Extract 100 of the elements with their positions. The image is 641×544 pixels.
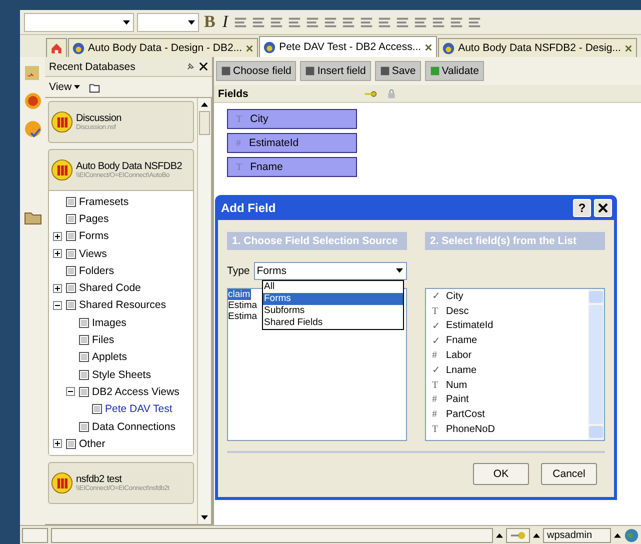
database-icon: [51, 159, 73, 181]
dropdown-option[interactable]: All: [263, 281, 403, 293]
expander-icon[interactable]: [66, 387, 75, 396]
dialog-button[interactable]: OK: [473, 463, 529, 485]
tree-item[interactable]: Other: [79, 438, 106, 450]
field-block[interactable]: T City: [227, 109, 357, 129]
type-dropdown[interactable]: Forms: [254, 262, 407, 280]
caret-icon: [188, 20, 195, 24]
down-arrow-icon[interactable]: [201, 515, 208, 520]
home-icon: [50, 42, 63, 54]
tree-item[interactable]: Framesets: [79, 196, 129, 208]
page-icon: [65, 438, 77, 450]
square-icon: [305, 66, 316, 76]
tree-item[interactable]: Pages: [79, 212, 109, 225]
globe-icon[interactable]: [624, 528, 639, 542]
tab[interactable]: Pete DAV Test - DB2 Access...: [259, 36, 438, 57]
expander-icon[interactable]: [53, 300, 62, 310]
tree-item[interactable]: Data Connections: [92, 420, 176, 432]
list-item[interactable]: claim: [228, 289, 252, 300]
tree-item[interactable]: Applets: [92, 351, 128, 364]
tree-item[interactable]: Folders: [79, 264, 114, 277]
tree-item[interactable]: Shared Resources: [79, 299, 166, 312]
up-arrow-icon[interactable]: [496, 532, 503, 538]
status-cell[interactable]: [506, 528, 530, 542]
database-icon: [263, 40, 276, 54]
key-icon: [510, 530, 526, 540]
database-card[interactable]: [48, 149, 194, 456]
field-block[interactable]: # EstimateId: [227, 133, 357, 153]
expander-icon[interactable]: [53, 249, 62, 258]
dropdown-option[interactable]: Shared Fields: [263, 317, 403, 329]
up-arrow-icon[interactable]: [201, 102, 208, 107]
tree-item[interactable]: Views: [79, 248, 107, 260]
database-icon: [72, 42, 85, 54]
section-header: 1. Choose Field Selection Source: [227, 232, 407, 250]
field-item[interactable]: ✓ Lname: [432, 362, 588, 378]
tab[interactable]: Auto Body Data - Design - DB2...: [68, 38, 258, 57]
database-icon: [442, 42, 456, 54]
up-arrow-icon[interactable]: [533, 532, 540, 538]
key-icon: [364, 88, 377, 98]
database-icon: [51, 111, 73, 133]
square-icon: [430, 66, 440, 76]
field-item[interactable]: # Labor: [432, 348, 588, 363]
home-tab[interactable]: [46, 38, 67, 57]
font-dropdown[interactable]: [24, 12, 134, 32]
dropdown-option[interactable]: Subforms: [263, 305, 403, 317]
field-item[interactable]: # PartCost: [432, 407, 588, 422]
pin-icon[interactable]: [186, 62, 195, 71]
scrollbar[interactable]: [588, 289, 604, 440]
close-icon: [598, 202, 608, 212]
field-item[interactable]: ✓ City: [432, 289, 588, 304]
page-icon: [78, 368, 90, 381]
toolbar-button[interactable]: Save: [374, 61, 421, 81]
format-button[interactable]: I: [220, 12, 230, 32]
page-icon: [65, 248, 77, 260]
field-item[interactable]: ✓ Fname: [432, 333, 588, 348]
tab[interactable]: Auto Body Data NSFDB2 - Desig...: [438, 38, 637, 57]
page-icon: [91, 403, 103, 416]
lock-icon: [385, 88, 398, 98]
field-item[interactable]: T Num: [432, 378, 588, 393]
toolbar-button[interactable]: Insert field: [300, 61, 371, 81]
tree-item[interactable]: Files: [92, 334, 114, 346]
scroll-thumb[interactable]: [199, 111, 210, 135]
expander-icon[interactable]: [53, 439, 62, 448]
format-button[interactable]: B: [202, 12, 218, 32]
up-arrow-icon[interactable]: [614, 532, 621, 538]
circle-logo-icon[interactable]: [22, 91, 42, 111]
expander-icon[interactable]: [53, 232, 62, 241]
user-field[interactable]: wpsadmin: [543, 528, 611, 542]
page-icon: [65, 212, 77, 225]
size-dropdown[interactable]: [137, 12, 199, 32]
expander-icon[interactable]: [53, 284, 62, 293]
tree-item[interactable]: Shared Code: [79, 282, 141, 294]
field-item[interactable]: T Desc: [432, 304, 588, 319]
database-name: Discussion: [76, 113, 122, 124]
tree-item[interactable]: Pete DAV Test: [105, 403, 172, 416]
tree-item[interactable]: Images: [92, 316, 126, 329]
view-menu[interactable]: View: [49, 81, 80, 93]
panel-title: Recent Databases: [49, 60, 136, 72]
field-item[interactable]: T PhoneNoD: [432, 422, 588, 437]
list-item[interactable]: Estima: [228, 300, 258, 311]
page-icon: [78, 316, 90, 329]
page-icon: [65, 299, 77, 312]
field-block[interactable]: T Fname: [227, 157, 357, 177]
close-icon[interactable]: [199, 62, 208, 71]
database-name: nsfdb2 test: [76, 474, 122, 486]
field-item[interactable]: ✓ EstimateId: [432, 318, 588, 334]
tree-item[interactable]: Forms: [79, 230, 109, 242]
toolbar-button[interactable]: Validate: [424, 61, 484, 81]
page-icon: [65, 282, 77, 294]
dialog-button[interactable]: Cancel: [541, 463, 597, 485]
tree-item[interactable]: Style Sheets: [92, 368, 151, 381]
dropdown-option[interactable]: Forms: [263, 293, 403, 305]
help-button[interactable]: ?: [573, 198, 591, 216]
list-item[interactable]: Estima: [228, 311, 258, 322]
tree-item[interactable]: DB2 Access Views: [92, 386, 180, 398]
circle-check-icon[interactable]: [22, 119, 42, 139]
field-item[interactable]: # Paint: [432, 392, 588, 408]
toolbar-button[interactable]: Choose field: [216, 61, 296, 81]
close-button[interactable]: [594, 198, 612, 216]
scrollbar[interactable]: [197, 98, 211, 524]
